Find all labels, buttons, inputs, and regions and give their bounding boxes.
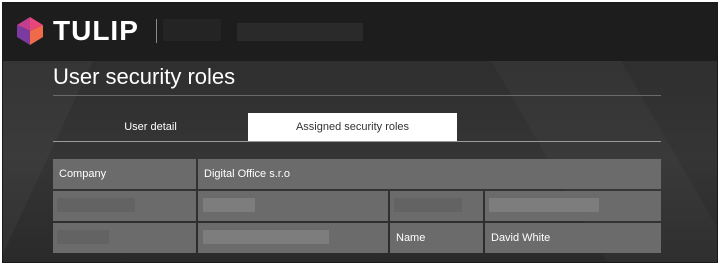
top-bar: TULIP <box>3 3 717 61</box>
redacted-label-cell <box>53 191 196 221</box>
redacted-value-cell <box>485 191 661 221</box>
redacted-value-cell <box>198 223 388 253</box>
tabs-divider <box>53 141 661 142</box>
redacted-area <box>237 23 363 41</box>
redacted-area <box>57 198 135 212</box>
redacted-area <box>394 198 462 212</box>
name-value: David White <box>485 223 661 253</box>
company-value: Digital Office s.r.o <box>198 159 661 189</box>
tab-user-detail[interactable]: User detail <box>53 113 248 141</box>
redacted-area <box>163 19 221 41</box>
redacted-area <box>203 198 255 212</box>
header-divider <box>156 19 157 43</box>
redacted-area <box>489 198 599 212</box>
redacted-label-cell <box>390 191 483 221</box>
app-window: TULIP User security roles User detail As… <box>2 2 718 263</box>
page-title: User security roles <box>53 64 236 89</box>
redacted-area <box>57 230 109 244</box>
tulip-logo-icon <box>17 17 43 45</box>
redacted-value-cell <box>198 191 388 221</box>
redacted-area <box>203 230 329 244</box>
redacted-label-cell <box>53 223 196 253</box>
title-divider <box>53 95 661 96</box>
name-label: Name <box>390 223 483 253</box>
tab-assigned-security-roles[interactable]: Assigned security roles <box>248 113 457 141</box>
company-label: Company <box>53 159 196 189</box>
brand-name: TULIP <box>53 15 139 46</box>
tab-bar: User detail Assigned security roles <box>53 113 661 141</box>
